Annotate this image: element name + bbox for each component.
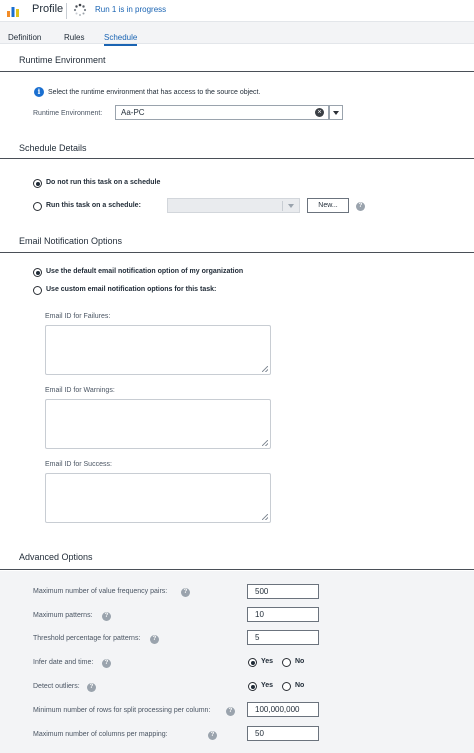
max-value-pairs-input[interactable]: 500 [247,584,319,599]
success-label: Email ID for Success: [45,461,112,468]
max-columns-label: Maximum number of columns per mapping: [33,731,168,738]
runtime-environment-select[interactable]: Aa-PC × [115,105,329,120]
max-patterns-label: Maximum patterns: [33,612,93,619]
min-rows-label: Minimum number of rows for split process… [33,707,211,714]
runtime-info-text: Select the runtime environment that has … [48,89,261,96]
radio-outliers-yes[interactable] [248,682,257,691]
resize-handle-icon[interactable] [262,366,268,372]
advanced-section-title: Advanced Options [19,552,93,562]
help-icon[interactable]: ? [87,683,96,692]
infer-no-label: No [295,658,305,665]
page-title: Profile [32,3,64,15]
section-divider [0,252,474,253]
help-icon[interactable]: ? [226,707,235,716]
radio-run-on-schedule[interactable] [33,202,42,211]
tab-bar: Definition Rules Schedule [0,22,474,46]
radio-outliers-no[interactable] [282,682,291,691]
new-schedule-button[interactable]: New... [307,198,349,213]
min-rows-input[interactable]: 100,000,000 [247,702,319,717]
run-status-link[interactable]: Run 1 is in progress [95,5,166,14]
max-value-pairs-label: Maximum number of value frequency pairs: [33,588,168,595]
threshold-input[interactable]: 5 [247,630,319,645]
clear-icon[interactable]: × [315,108,324,117]
runtime-section-title: Runtime Environment [19,55,106,65]
help-icon[interactable]: ? [181,588,190,597]
select-separator [282,201,283,211]
help-icon[interactable]: ? [150,635,159,644]
section-divider [0,158,474,159]
run-on-schedule-label: Run this task on a schedule: [46,202,141,209]
warnings-email-field[interactable] [45,399,271,449]
success-email-field[interactable] [45,473,271,523]
runtime-environment-label: Runtime Environment: [33,110,103,117]
tab-rules[interactable]: Rules [64,33,84,42]
spinner-icon [73,3,87,16]
section-divider [0,569,474,570]
radio-no-schedule[interactable] [33,179,42,188]
bar-chart-icon [7,7,19,17]
top-bar: Profile Run 1 is in progress [0,0,474,22]
radio-infer-yes[interactable] [248,658,257,667]
header-divider [66,3,67,19]
section-divider [0,71,474,72]
radio-infer-no[interactable] [282,658,291,667]
resize-handle-icon[interactable] [262,440,268,446]
infer-date-label: Infer date and time: [33,659,94,666]
no-schedule-label: Do not run this task on a schedule [46,179,161,186]
max-patterns-input[interactable]: 10 [247,607,319,622]
tab-schedule[interactable]: Schedule [104,33,138,46]
outliers-yes-label: Yes [261,682,274,689]
info-icon: i [34,87,44,97]
runtime-environment-value: Aa-PC [121,108,145,117]
tab-definition[interactable]: Definition [8,33,41,42]
chevron-down-icon [288,204,294,208]
email-section-title: Email Notification Options [19,236,123,246]
runtime-dropdown-button[interactable] [329,105,343,120]
infer-yes-label: Yes [261,658,274,665]
threshold-label: Threshold percentage for patterns: [33,635,141,642]
default-email-label: Use the default email notification optio… [46,268,244,275]
detect-outliers-label: Detect outliers: [33,683,80,690]
outliers-no-label: No [295,682,305,689]
failures-email-field[interactable] [45,325,271,375]
help-icon[interactable]: ? [208,731,217,740]
help-icon[interactable]: ? [356,202,365,211]
schedule-select [167,198,300,213]
custom-email-label: Use custom email notification options fo… [46,286,217,293]
failures-label: Email ID for Failures: [45,313,111,320]
warnings-label: Email ID for Warnings: [45,387,115,394]
radio-custom-email[interactable] [33,286,42,295]
radio-default-email[interactable] [33,268,42,277]
help-icon[interactable]: ? [102,659,111,668]
max-columns-input[interactable]: 50 [247,726,319,741]
resize-handle-icon[interactable] [262,514,268,520]
schedule-section-title: Schedule Details [19,143,87,153]
help-icon[interactable]: ? [102,612,111,621]
